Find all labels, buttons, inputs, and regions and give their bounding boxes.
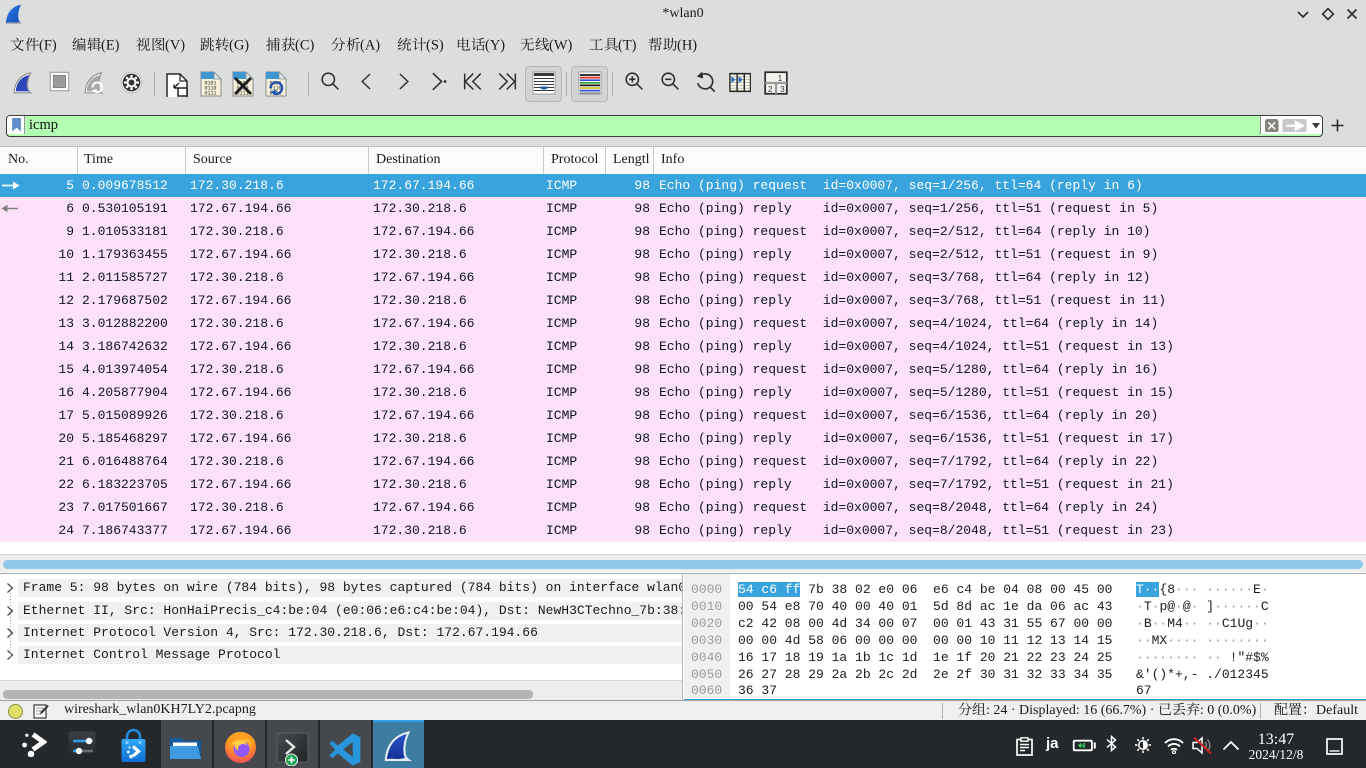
svg-text:2: 2 (768, 85, 773, 94)
svg-text:3: 3 (780, 85, 785, 94)
svg-text:1: 1 (778, 74, 783, 83)
svg-text:0111: 0111 (205, 91, 217, 97)
